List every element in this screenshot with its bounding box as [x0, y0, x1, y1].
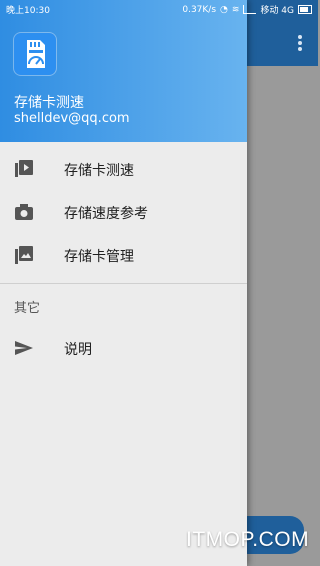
network-speed: 0.37K/s [182, 4, 217, 15]
user-email: shelldev@qq.com [14, 111, 130, 126]
navigation-drawer: 存储卡测速 shelldev@qq.com 存储卡测速 存储速度参考 存储卡管理… [0, 0, 247, 566]
menu-item-label: 存储速度参考 [64, 206, 148, 222]
menu-item-instructions[interactable]: 说明 [0, 327, 247, 369]
status-right: 0.37K/s ◔ ≋ 移动 4G [182, 3, 312, 16]
photo-library-icon [14, 245, 34, 265]
video-library-icon [14, 159, 34, 179]
camera-icon [14, 202, 34, 222]
menu-item-label: 说明 [64, 342, 92, 358]
menu-item-label: 存储卡测速 [64, 163, 134, 179]
carrier-label: 移动 4G [260, 6, 294, 16]
overflow-menu-icon[interactable] [298, 35, 302, 51]
watermark-text: ITMOP.COM [186, 528, 310, 551]
send-icon [14, 338, 34, 358]
menu-item-label: 存储卡管理 [64, 249, 134, 265]
menu-item-speed-reference[interactable]: 存储速度参考 [0, 191, 247, 233]
signal-icon [243, 5, 257, 14]
menu-item-card-management[interactable]: 存储卡管理 [0, 234, 247, 276]
wifi-icon: ≋ [231, 4, 240, 15]
menu-divider [0, 283, 247, 284]
sd-card-speedometer-icon [14, 33, 56, 75]
battery-icon [298, 5, 312, 14]
menu-item-card-speed-test[interactable]: 存储卡测速 [0, 148, 247, 190]
alarm-icon: ◔ [220, 4, 228, 15]
drawer-header: 存储卡测速 shelldev@qq.com [0, 0, 247, 142]
app-name: 存储卡测速 [14, 95, 84, 111]
status-time: 晚上10:30 [6, 6, 50, 16]
status-bar: 晚上10:30 0.37K/s ◔ ≋ 移动 4G [0, 0, 318, 18]
section-title-other: 其它 [14, 301, 41, 316]
